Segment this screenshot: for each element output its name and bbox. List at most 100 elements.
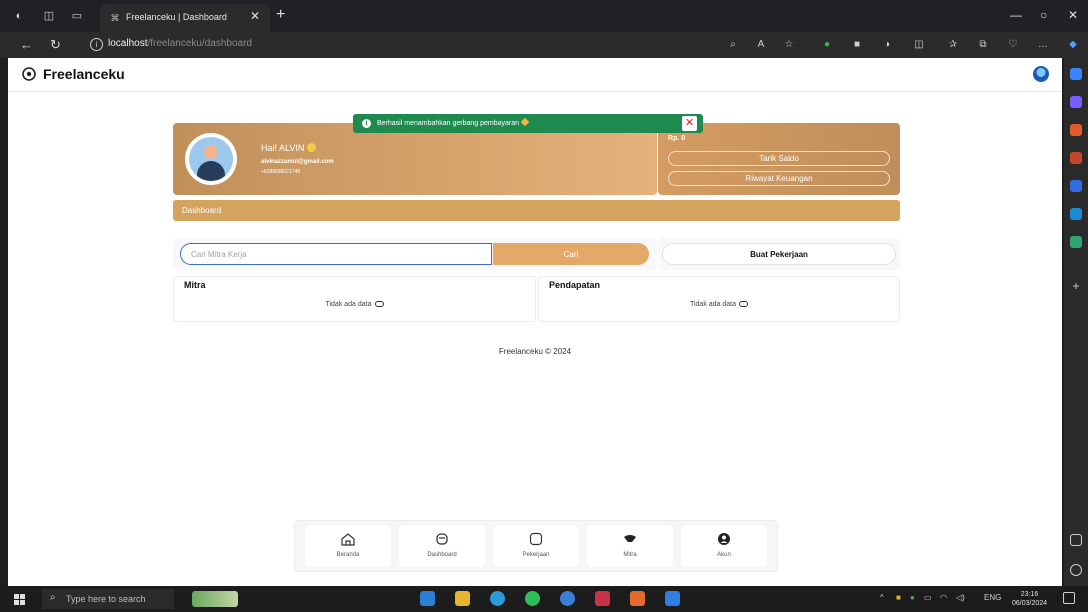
user-phone: +6289686021748 bbox=[261, 169, 301, 175]
app-icon-red[interactable] bbox=[595, 591, 610, 606]
bottom-nav: Beranda Dashboard Pekerjaan Mitra Akun bbox=[294, 520, 778, 572]
file-explorer-icon[interactable] bbox=[455, 591, 470, 606]
nav-item-dashboard[interactable]: Dashboard bbox=[399, 525, 485, 567]
chrome-icon[interactable] bbox=[560, 591, 575, 606]
address-bar[interactable]: i localhost/freelanceku/dashboard bbox=[82, 35, 722, 55]
store-icon[interactable] bbox=[665, 591, 680, 606]
history-icon[interactable]: ◑ bbox=[880, 38, 894, 52]
taskbar-search[interactable]: ⌕ Type here to search bbox=[42, 589, 174, 609]
briefcase-icon bbox=[529, 532, 543, 546]
tab-title: Freelanceku | Dashboard bbox=[126, 12, 227, 22]
nav-label: Dashboard bbox=[427, 552, 457, 558]
language-indicator[interactable]: ENG bbox=[984, 593, 1001, 602]
mitra-empty-state: Tidak ada data bbox=[174, 301, 535, 308]
more-menu-icon[interactable]: … bbox=[1036, 38, 1050, 52]
pendapatan-empty-state: Tidak ada data bbox=[539, 301, 899, 308]
balance-value: Rp. 0 bbox=[668, 135, 686, 142]
extension-icon[interactable]: ● bbox=[820, 38, 834, 52]
brand-name[interactable]: Freelanceku bbox=[43, 66, 125, 82]
taskbar-search-text: Type here to search bbox=[66, 594, 146, 604]
tray-network-app-icon[interactable]: ● bbox=[910, 593, 915, 602]
sidebar-games-icon[interactable] bbox=[1070, 236, 1082, 248]
windows-start-icon[interactable] bbox=[14, 594, 26, 606]
browser-tab-active[interactable]: ⌘ Freelanceku | Dashboard ✕ bbox=[100, 4, 270, 32]
xampp-icon[interactable] bbox=[630, 591, 645, 606]
split-screen-icon[interactable]: ◫ bbox=[912, 38, 926, 52]
create-job-button[interactable]: Buat Pekerjaan bbox=[662, 243, 896, 265]
finance-history-button[interactable]: Riwayat Keuangan bbox=[668, 171, 890, 186]
url-text[interactable]: localhost/freelanceku/dashboard bbox=[108, 38, 252, 49]
site-info-icon[interactable]: i bbox=[90, 38, 103, 51]
page-viewport: Freelanceku Hai! ALVIN alvinazzamul@gmai… bbox=[8, 58, 1062, 586]
nav-label: Akun bbox=[717, 552, 731, 558]
workspaces-icon[interactable]: ◫ bbox=[42, 9, 56, 23]
sidebar-shopping-icon[interactable] bbox=[1070, 124, 1082, 136]
search-button[interactable]: Cari bbox=[493, 243, 649, 265]
profile-card: Hai! ALVIN alvinazzamul@gmail.com +62896… bbox=[173, 123, 657, 195]
minimize-icon[interactable]: — bbox=[1010, 8, 1022, 22]
tab-actions-icon[interactable]: ▭ bbox=[70, 9, 84, 23]
nav-item-pekerjaan[interactable]: Pekerjaan bbox=[493, 525, 579, 567]
nav-item-beranda[interactable]: Beranda bbox=[305, 525, 391, 567]
window-close-icon[interactable]: ✕ bbox=[1068, 8, 1078, 22]
dashboard-title: Dashboard bbox=[182, 206, 222, 215]
sidebar-outlook-icon[interactable] bbox=[1070, 208, 1082, 220]
edge-icon[interactable] bbox=[490, 591, 505, 606]
favorites-icon[interactable]: ✰ bbox=[946, 38, 960, 52]
clock-date: 06/03/2024 bbox=[1012, 600, 1048, 607]
info-icon: i bbox=[362, 119, 371, 128]
document-icon[interactable]: ■ bbox=[850, 38, 864, 52]
clock-time: 23:16 bbox=[1020, 591, 1039, 598]
toast-message: Berhasil menambahkan gerbang pembayaran bbox=[377, 117, 530, 127]
home-icon bbox=[341, 533, 355, 546]
sidebar-layout-icon[interactable] bbox=[1070, 534, 1082, 546]
tray-app-icon[interactable]: ■ bbox=[896, 593, 901, 602]
user-avatar-icon[interactable] bbox=[1033, 66, 1049, 82]
zoom-icon[interactable]: ⌕ bbox=[726, 38, 740, 52]
dashboard-bar: Dashboard bbox=[173, 200, 900, 221]
wifi-icon[interactable]: ◠ bbox=[940, 593, 947, 602]
weather-widget-icon[interactable] bbox=[192, 591, 238, 607]
nav-item-mitra[interactable]: Mitra bbox=[587, 525, 673, 567]
wallet-card: Rp. 0 Tarik Saldo Riwayat Keuangan bbox=[658, 123, 900, 195]
nav-item-akun[interactable]: Akun bbox=[681, 525, 767, 567]
volume-icon[interactable]: ◁) bbox=[956, 593, 965, 602]
sidebar-search-icon[interactable] bbox=[1070, 68, 1082, 80]
withdraw-button[interactable]: Tarik Saldo bbox=[668, 151, 890, 166]
taskbar-clock[interactable]: 23:16 06/03/2024 bbox=[1012, 590, 1047, 608]
vscode-icon[interactable] bbox=[420, 591, 435, 606]
back-icon[interactable]: ← bbox=[20, 36, 33, 54]
whatsapp-icon[interactable] bbox=[525, 591, 540, 606]
tab-close-icon[interactable]: ✕ bbox=[250, 9, 260, 23]
wave-emoji-icon bbox=[307, 143, 317, 152]
sidebar-add-icon[interactable]: + bbox=[1070, 280, 1082, 292]
handshake-icon bbox=[624, 535, 636, 542]
refresh-icon[interactable]: ↻ bbox=[50, 36, 61, 54]
notification-icon[interactable] bbox=[1063, 592, 1075, 604]
taskbar: ⌕ Type here to search ^ ■ ● ▭ ◠ ◁) ENG 2… bbox=[0, 586, 1088, 612]
toast-emoji-icon bbox=[520, 117, 530, 127]
binoculars-icon bbox=[374, 301, 384, 307]
battery-icon[interactable]: ▭ bbox=[924, 593, 932, 602]
browser-tab-bar: ◐ ◫ ▭ ⌘ Freelanceku | Dashboard ✕ + — ○ … bbox=[0, 0, 1088, 32]
favorite-star-icon[interactable]: ☆ bbox=[782, 38, 796, 52]
toast-close-button[interactable]: ✕ bbox=[682, 116, 697, 131]
dashboard-icon bbox=[436, 533, 448, 545]
profile-icon[interactable]: ◐ bbox=[12, 9, 26, 23]
browser-essentials-icon[interactable]: ♡ bbox=[1006, 38, 1020, 52]
user-email: alvinazzamul@gmail.com bbox=[261, 159, 334, 165]
tray-chevron-icon[interactable]: ^ bbox=[880, 593, 884, 602]
restore-icon[interactable]: ○ bbox=[1040, 8, 1047, 22]
sidebar-discover-icon[interactable] bbox=[1070, 96, 1082, 108]
search-input[interactable] bbox=[180, 243, 492, 265]
sidebar-settings-icon[interactable] bbox=[1070, 564, 1082, 576]
create-job-section: Buat Pekerjaan bbox=[658, 238, 900, 270]
sidebar-office-icon[interactable] bbox=[1070, 180, 1082, 192]
copilot-icon[interactable]: ◆ bbox=[1066, 38, 1080, 52]
collections-icon[interactable]: ⧉ bbox=[976, 38, 990, 52]
new-tab-icon[interactable]: + bbox=[276, 6, 285, 24]
read-aloud-icon[interactable]: A bbox=[754, 38, 768, 52]
sidebar-tools-icon[interactable] bbox=[1070, 152, 1082, 164]
search-section: Cari bbox=[173, 238, 657, 270]
tab-favicon-icon: ⌘ bbox=[110, 13, 120, 23]
